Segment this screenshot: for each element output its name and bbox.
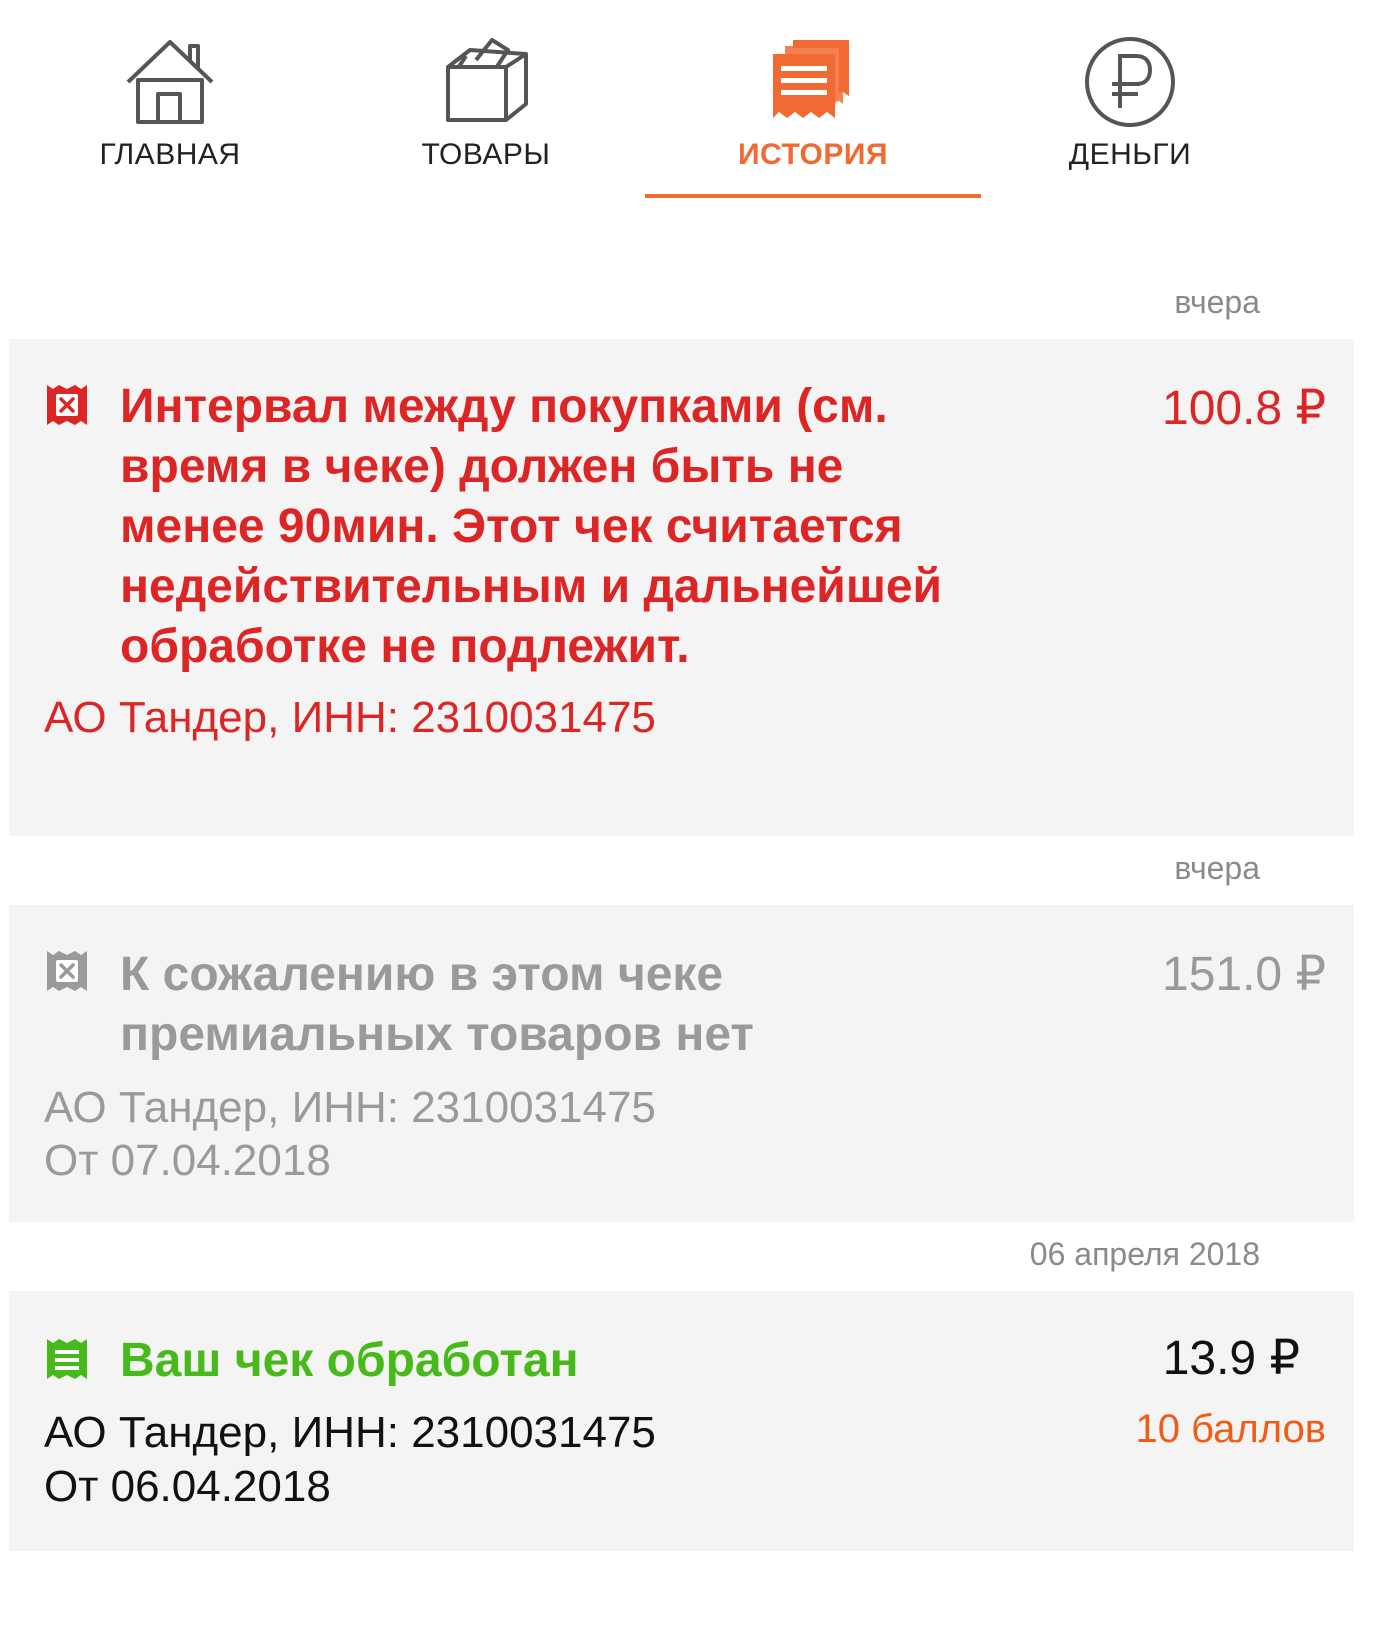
tab-money-label: ДЕНЬГИ: [1068, 138, 1192, 171]
receipt-status-line: недействительным и дальнейшей: [120, 560, 943, 613]
tab-active-indicator: [645, 194, 981, 198]
receipt-status-line: обработке не подлежит.: [120, 620, 690, 673]
receipt-purchase-date: От 06.04.2018: [44, 1462, 331, 1511]
processed-receipt-icon: [47, 1339, 87, 1379]
home-icon: [126, 40, 214, 124]
history-receipt-card[interactable]: Ваш чек обработан 13.9 ₽ 10 баллов АО Та…: [9, 1291, 1354, 1551]
receipt-store: АО Тандер, ИНН: 2310031475: [44, 693, 656, 742]
receipt-purchase-date: От 07.04.2018: [44, 1136, 331, 1185]
tab-products[interactable]: ТОВАРЫ: [318, 0, 654, 200]
rejected-receipt-icon: [47, 951, 87, 991]
history-receipt-card[interactable]: К сожалению в этом чеке премиальных това…: [9, 905, 1354, 1222]
history-date-header: вчера: [1174, 850, 1260, 886]
history-receipt-card[interactable]: Интервал между покупками (см. время в че…: [9, 339, 1354, 836]
receipt-status-message: Интервал между покупками (см. время в че…: [120, 377, 942, 677]
top-tab-bar: ГЛАВНАЯ ТОВАРЫ ИСТОРИЯ ДЕНЬГИ: [0, 0, 1345, 200]
receipt-status-line: менее 90мин. Этот чек считается: [120, 500, 903, 553]
history-screen: ГЛАВНАЯ ТОВАРЫ ИСТОРИЯ ДЕНЬГИ вчера Инте…: [0, 0, 1395, 1643]
receipt-status-line: Интервал между покупками (см.: [120, 380, 888, 433]
tab-money[interactable]: ДЕНЬГИ: [962, 0, 1298, 200]
receipt-status-line: премиальных товаров нет: [120, 1008, 754, 1061]
tab-products-label: ТОВАРЫ: [421, 138, 551, 171]
receipt-status-line: время в чеке) должен быть не: [120, 440, 844, 493]
tab-history-label: ИСТОРИЯ: [737, 138, 889, 171]
rejected-receipt-icon: [47, 385, 87, 425]
receipt-points: 10 баллов: [1135, 1407, 1326, 1451]
receipt-amount: 100.8 ₽: [1162, 382, 1326, 435]
receipt-amount: 151.0 ₽: [1162, 948, 1326, 1001]
receipt-status-line: К сожалению в этом чеке: [120, 948, 724, 1001]
receipt-status-message: Ваш чек обработан: [120, 1331, 579, 1391]
tab-home[interactable]: ГЛАВНАЯ: [2, 0, 338, 200]
tab-home-label: ГЛАВНАЯ: [99, 138, 241, 171]
ruble-icon: [1085, 37, 1175, 127]
receipt-status-message: К сожалению в этом чеке премиальных това…: [120, 945, 754, 1065]
history-date-header: 06 апреля 2018: [1029, 1236, 1260, 1272]
receipt-amount: 13.9 ₽: [1162, 1332, 1300, 1385]
receipt-store: АО Тандер, ИНН: 2310031475: [44, 1083, 656, 1132]
box-icon: [446, 38, 528, 122]
receipt-store: АО Тандер, ИНН: 2310031475: [44, 1408, 656, 1457]
receipt-status-line: Ваш чек обработан: [120, 1334, 579, 1387]
receipts-icon: [773, 40, 849, 118]
tab-history[interactable]: ИСТОРИЯ: [645, 0, 981, 200]
history-date-header: вчера: [1174, 284, 1260, 320]
